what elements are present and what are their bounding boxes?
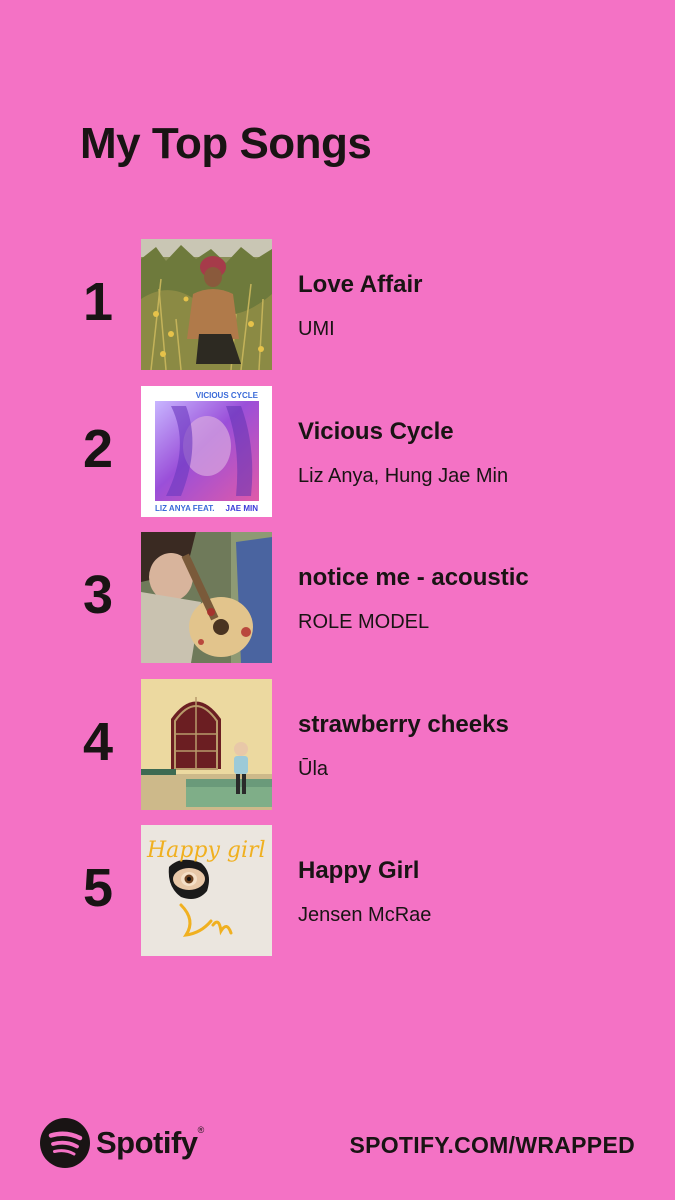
song-artist: UMI <box>298 318 335 340</box>
list-item[interactable]: 4 strawberry cheeks Ūla <box>0 678 675 826</box>
song-title: Vicious Cycle <box>298 417 454 445</box>
song-artist: Ūla <box>298 757 329 780</box>
cover-text-featured: JAE MIN <box>226 504 259 513</box>
spotify-logo-icon <box>40 1118 90 1168</box>
song-title: notice me - acoustic <box>298 564 529 591</box>
list-item[interactable]: 1 Love Affair UMI <box>0 239 675 386</box>
spotify-logo[interactable]: Spotify® <box>40 1118 204 1168</box>
wrapped-url-link[interactable]: SPOTIFY.COM/WRAPPED <box>349 1132 635 1159</box>
page-title: My Top Songs <box>80 119 372 168</box>
brand-name: Spotify® <box>96 1125 204 1160</box>
album-cover-strawberry-cheeks <box>141 678 272 810</box>
song-title: Happy Girl <box>298 857 420 884</box>
album-cover-notice-me <box>141 532 272 663</box>
album-cover-love-affair <box>141 239 272 370</box>
song-title: strawberry cheeks <box>298 710 509 738</box>
album-cover-vicious-cycle: VICIOUS CYCLE LIZ ANYA FEAT. JAE MIN <box>141 385 272 517</box>
cover-text-title: VICIOUS CYCLE <box>196 391 259 400</box>
song-rank: 2 <box>82 418 114 479</box>
song-rank: 5 <box>82 858 114 918</box>
list-item[interactable]: 3 notice me - acoustic ROLE MODEL <box>0 532 675 679</box>
song-artist: Jensen McRae <box>298 904 432 926</box>
album-cover-happy-girl: Happy girl <box>141 825 272 956</box>
song-artist: ROLE MODEL <box>298 611 430 633</box>
list-item[interactable]: 5 Happy girl Happy Girl Jensen McRae <box>0 825 675 972</box>
cover-text-artist: LIZ ANYA FEAT. <box>155 504 214 513</box>
song-rank: 3 <box>82 565 114 625</box>
footer: Spotify® SPOTIFY.COM/WRAPPED <box>0 1118 675 1174</box>
list-item[interactable]: 2 VICIOUS CYCLE LIZ ANYA FEAT. JAE MIN V… <box>0 385 675 533</box>
song-rank: 1 <box>82 272 114 332</box>
song-artist: Liz Anya, Hung Jae Min <box>298 464 509 487</box>
cover-text: Happy girl <box>146 838 266 863</box>
song-rank: 4 <box>82 711 114 772</box>
song-title: Love Affair <box>298 271 423 298</box>
top-songs-list: 1 Love Affair UMI 2 VICIOUS CYCLE LIZ AN… <box>0 239 675 972</box>
